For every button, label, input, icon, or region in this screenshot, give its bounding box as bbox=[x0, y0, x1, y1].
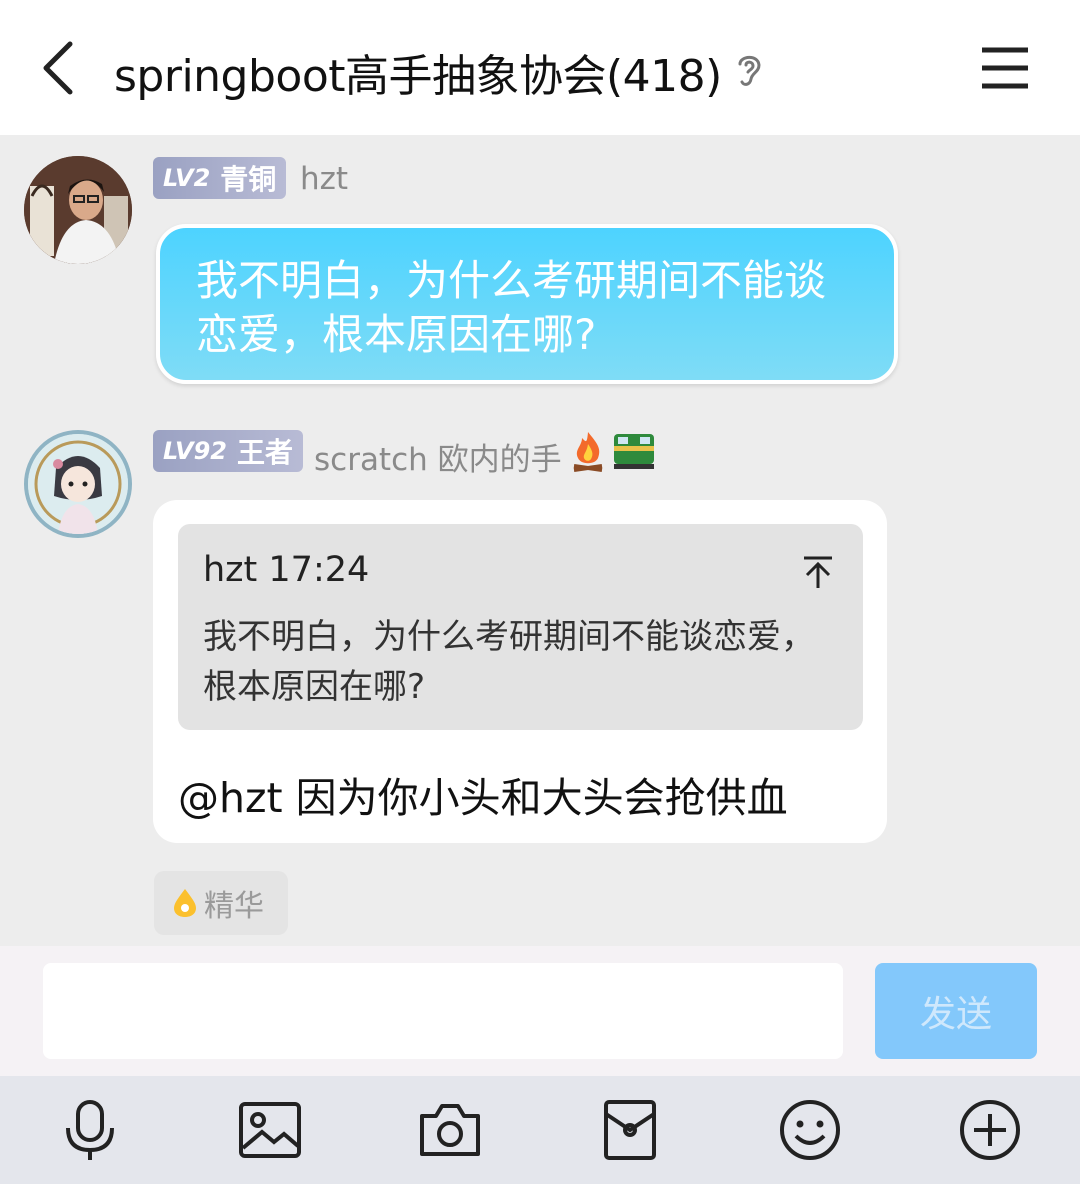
quote-text: 我不明白，为什么考研期间不能谈恋爱，根本原因在哪? bbox=[203, 617, 815, 707]
group-title: springboot高手抽象协会(418) bbox=[114, 51, 722, 102]
input-bar: 发送 bbox=[0, 946, 1080, 1076]
image-icon[interactable] bbox=[238, 1098, 302, 1162]
essence-tag[interactable]: 精华 bbox=[154, 871, 288, 935]
quoted-message[interactable]: hzt 17:24 我不明白，为什么考研期间不能谈恋爱，根本原因在哪? bbox=[178, 524, 863, 730]
level-badge: LV92 王者 bbox=[153, 430, 303, 472]
hamburger-menu-icon bbox=[982, 47, 1028, 89]
chat-toolbar bbox=[0, 1076, 1080, 1184]
message-bubble[interactable]: hzt 17:24 我不明白，为什么考研期间不能谈恋爱，根本原因在哪? @hzt… bbox=[153, 500, 887, 843]
chat-header: springboot高手抽象协会(418) bbox=[0, 0, 1080, 135]
emoji-icon[interactable] bbox=[778, 1098, 842, 1162]
level-rank: 王者 bbox=[236, 436, 293, 469]
back-button[interactable] bbox=[30, 36, 90, 100]
sender-name[interactable]: scratch 欧内的手 bbox=[314, 434, 562, 479]
level-rank: 青铜 bbox=[220, 163, 277, 196]
essence-label: 精华 bbox=[204, 889, 264, 924]
red-packet-icon[interactable] bbox=[598, 1098, 662, 1162]
level-badge: LV2 青铜 bbox=[153, 157, 287, 199]
avatar[interactable] bbox=[24, 156, 132, 264]
jump-to-message-icon[interactable] bbox=[798, 552, 838, 592]
menu-button[interactable] bbox=[978, 44, 1032, 92]
campfire-icon bbox=[573, 432, 603, 472]
message-input[interactable] bbox=[43, 963, 843, 1059]
avatar[interactable] bbox=[24, 430, 132, 538]
level-number: LV92 bbox=[163, 437, 227, 465]
message-text: @hzt 因为你小头和大头会抢供血 bbox=[178, 774, 788, 822]
quote-author-time: hzt 17:24 bbox=[203, 550, 370, 590]
essence-drop-icon bbox=[174, 889, 196, 917]
ear-icon[interactable] bbox=[732, 50, 766, 90]
send-button[interactable]: 发送 bbox=[875, 963, 1037, 1059]
camera-icon[interactable] bbox=[418, 1098, 482, 1162]
sender-name[interactable]: hzt bbox=[300, 161, 348, 197]
microphone-icon[interactable] bbox=[58, 1098, 122, 1162]
member-tags bbox=[568, 430, 656, 472]
level-number: LV2 bbox=[163, 164, 211, 192]
chevron-left-icon bbox=[43, 41, 73, 95]
message-bubble[interactable]: 我不明白，为什么考研期间不能谈恋爱，根本原因在哪? bbox=[156, 224, 898, 384]
train-icon bbox=[614, 434, 654, 469]
plus-icon[interactable] bbox=[958, 1098, 1022, 1162]
